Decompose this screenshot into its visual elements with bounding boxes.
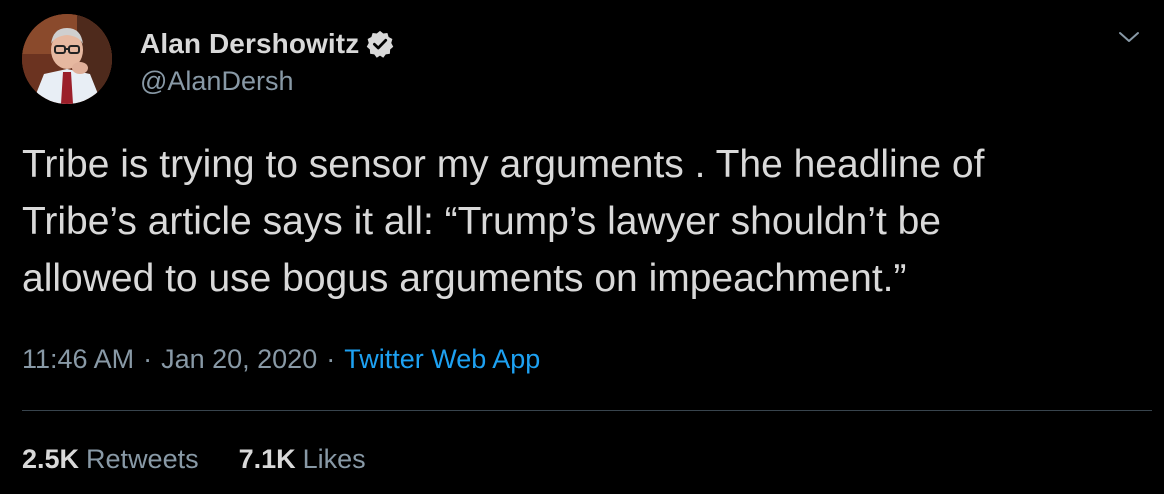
retweets-stat[interactable]: 2.5K Retweets xyxy=(22,444,199,475)
verified-badge-icon xyxy=(365,29,395,59)
retweets-count: 2.5K xyxy=(22,444,80,474)
meta-separator: · xyxy=(326,344,336,374)
likes-label: Likes xyxy=(302,444,366,474)
divider xyxy=(22,410,1152,411)
tweet-meta: 11:46 AM · Jan 20, 2020 · Twitter Web Ap… xyxy=(22,344,540,375)
meta-separator: · xyxy=(143,344,153,374)
author-handle[interactable]: @AlanDersh xyxy=(140,66,293,97)
chevron-down-icon[interactable] xyxy=(1116,24,1142,50)
avatar-image xyxy=(22,14,112,104)
tweet-source-link[interactable]: Twitter Web App xyxy=(344,344,540,375)
tweet-stats: 2.5K Retweets 7.1K Likes xyxy=(22,444,366,475)
tweet-date[interactable]: Jan 20, 2020 xyxy=(161,344,317,375)
author-name-row[interactable]: Alan Dershowitz xyxy=(140,26,395,62)
likes-stat[interactable]: 7.1K Likes xyxy=(239,444,366,475)
author-display-name[interactable]: Alan Dershowitz xyxy=(140,28,359,60)
tweet-text: Tribe is trying to sensor my arguments .… xyxy=(22,143,985,300)
avatar[interactable] xyxy=(22,14,112,104)
likes-count: 7.1K xyxy=(238,444,296,474)
tweet-card: Alan Dershowitz @AlanDersh Tribe is tryi… xyxy=(0,0,1164,494)
tweet-time[interactable]: 11:46 AM xyxy=(22,344,134,375)
retweets-label: Retweets xyxy=(86,444,199,474)
